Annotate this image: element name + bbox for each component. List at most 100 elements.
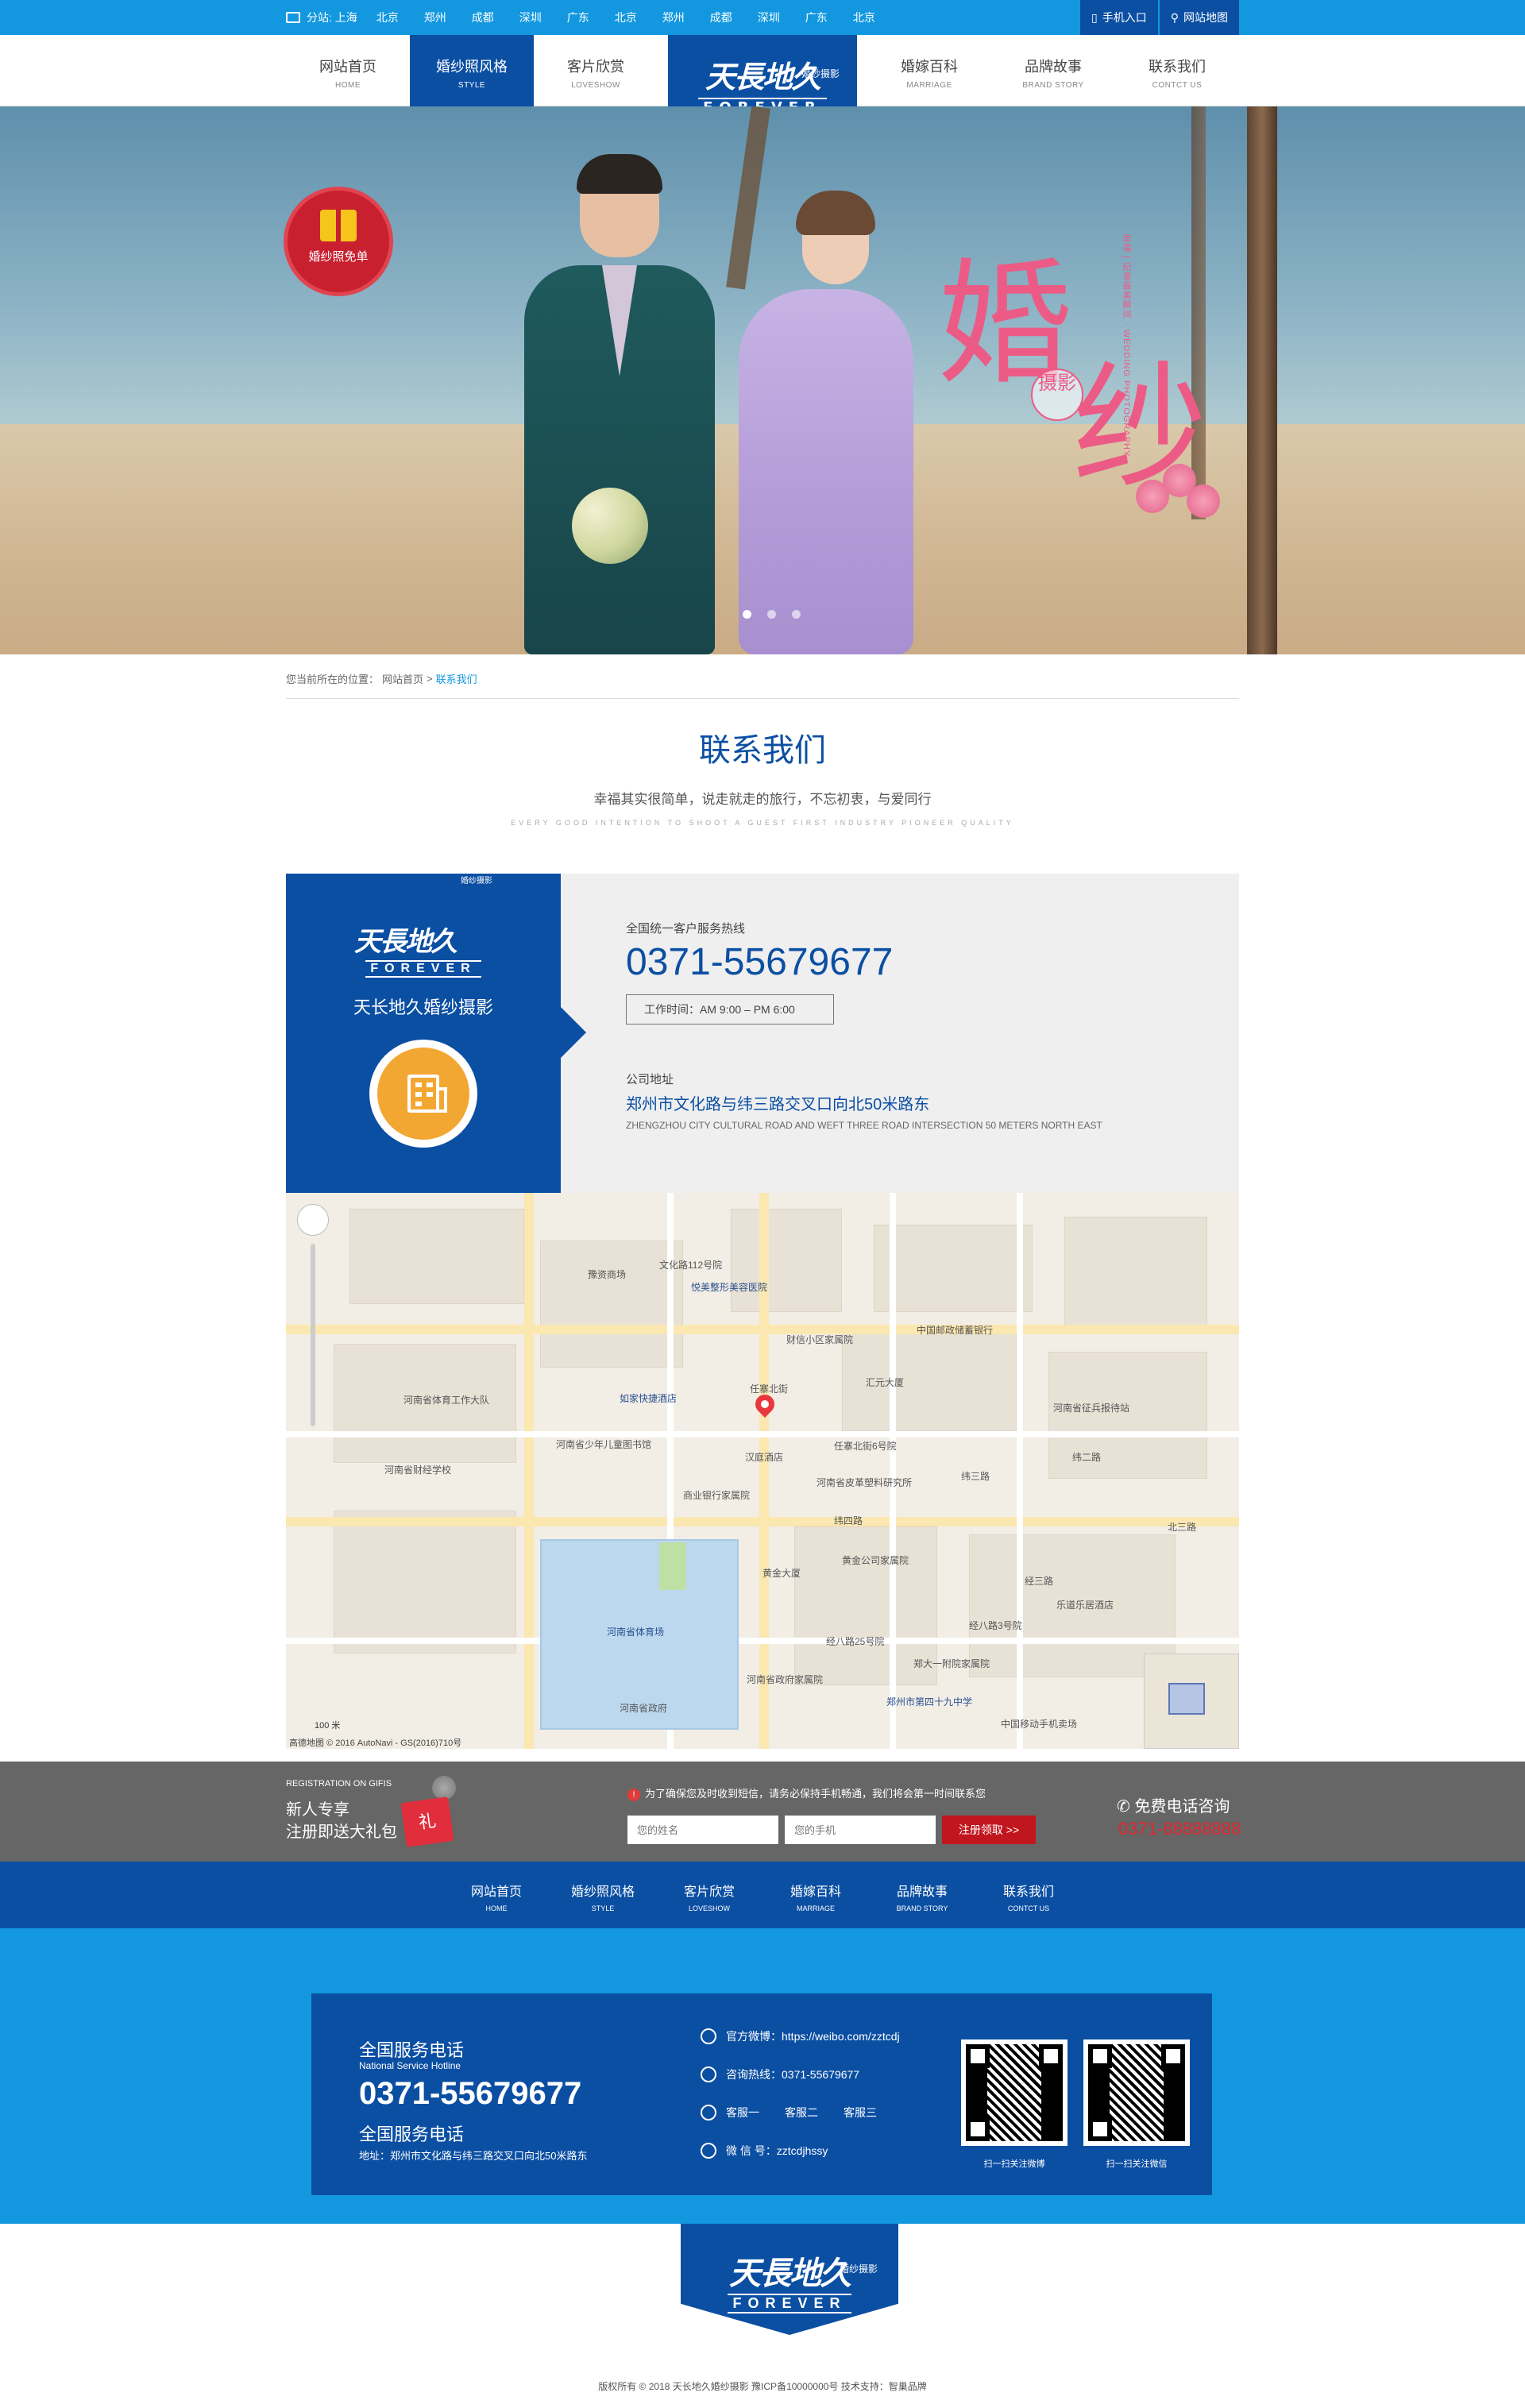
- panel-arrow: [561, 1007, 586, 1058]
- footer-nav-label: 联系我们: [1002, 1885, 1054, 1899]
- location-map[interactable]: 文化路112号院 豫资商场 悦美整形美容医院 中国邮政储蓄银行 财信小区家属院 …: [286, 1193, 1239, 1749]
- city-link[interactable]: 深圳: [758, 10, 780, 25]
- city-link[interactable]: 深圳: [519, 10, 542, 25]
- city-link[interactable]: 郑州: [662, 10, 685, 25]
- footer-wechat: 微 信 号：zztcdjhssy: [701, 2143, 828, 2159]
- contact-logo-sub: 婚纱摄影: [461, 877, 492, 886]
- page-subtitle: 幸福其实很简单，说走就走的旅行，不忘初衷，与爱同行: [593, 792, 932, 807]
- map-label: 文化路112号院: [659, 1260, 723, 1271]
- bride-figure: [715, 170, 937, 654]
- slider-dot[interactable]: [767, 610, 776, 619]
- free-call-title: ✆ 免费电话咨询: [1117, 1798, 1230, 1816]
- banner-seal: 摄影: [1031, 369, 1083, 421]
- footer-nav-label-en: HOME: [485, 1904, 508, 1912]
- breadcrumb-current[interactable]: 联系我们: [436, 671, 477, 686]
- city-link[interactable]: 北京: [853, 10, 875, 25]
- footer-nav-contact[interactable]: 联系我们 CONTCT US: [977, 1862, 1080, 1928]
- city-link[interactable]: 北京: [376, 10, 399, 25]
- map-label: 中国邮政储蓄银行: [917, 1325, 994, 1336]
- phone-input[interactable]: [785, 1816, 936, 1844]
- footer-consult[interactable]: 咨询热线：0371-55679677: [701, 2066, 859, 2082]
- map-zoom-control[interactable]: [297, 1204, 329, 1442]
- footer-nav-marriage[interactable]: 婚嫁百科 MARRIAGE: [764, 1862, 867, 1928]
- site-logo[interactable]: 天長地久 婚纱摄影 FOREVER: [668, 35, 857, 118]
- footer-nav-loveshow[interactable]: 客片欣赏 LOVESHOW: [658, 1862, 761, 1928]
- map-label: 经八路3号院: [969, 1620, 1022, 1631]
- slider-dot[interactable]: [743, 610, 751, 619]
- footer-weibo[interactable]: 官方微博：https://weibo.com/zztcdj: [701, 2028, 900, 2044]
- registration-line2: 注册即送大礼包: [286, 1823, 397, 1841]
- weibo-qr-code: 扫一扫关注微博: [961, 2039, 1068, 2169]
- city-link[interactable]: 北京: [615, 10, 637, 25]
- city-link[interactable]: 郑州: [424, 10, 446, 25]
- breadcrumb-sep: >: [427, 673, 433, 685]
- map-label: 悦美整形美容医院: [691, 1282, 768, 1293]
- free-call-number[interactable]: 0371-88888888: [1118, 1819, 1241, 1839]
- nav-style[interactable]: 婚纱照风格 STYLE: [410, 35, 534, 106]
- footer-qq: 客服一 客服二 客服三: [701, 2105, 902, 2121]
- footer-hotline-number[interactable]: 0371-55679677: [359, 2076, 581, 2112]
- footer-hotline-en: National Service Hotline: [359, 2060, 461, 2071]
- registration-line1: 新人专享: [286, 1801, 349, 1819]
- map-label: 经三路: [1025, 1576, 1054, 1587]
- company-address-en: ZHENGZHOU CITY CULTURAL ROAD AND WEFT TH…: [626, 1120, 1102, 1131]
- footer-logo-brand: 天長地久: [729, 2255, 851, 2292]
- wechat-icon: [701, 2143, 716, 2159]
- sitemap-button[interactable]: ⚲ 网站地图: [1159, 0, 1239, 35]
- hotline-label: 全国统一客户服务热线: [626, 922, 746, 936]
- nav-home[interactable]: 网站首页 HOME: [286, 35, 410, 106]
- footer-nav-style[interactable]: 婚纱照风格 STYLE: [551, 1862, 654, 1928]
- nav-contact[interactable]: 联系我们 CONTCT US: [1115, 35, 1239, 106]
- map-pan-control[interactable]: [297, 1204, 329, 1236]
- current-branch[interactable]: 分站: 上海: [307, 10, 357, 25]
- weibo-icon: [701, 2028, 716, 2044]
- map-label: 河南省皮革塑料研究所: [817, 1477, 913, 1488]
- groom-figure: [508, 138, 715, 654]
- footer-logo[interactable]: 天長地久 婚纱摄影 FOREVER: [681, 2224, 898, 2335]
- free-photo-badge[interactable]: 婚纱照免单: [288, 191, 389, 292]
- nav-label-en: CONTCT US: [1152, 81, 1203, 90]
- nav-label: 婚嫁百科: [901, 59, 958, 75]
- city-link[interactable]: 成都: [710, 10, 732, 25]
- company-name: 天长地久婚纱摄影: [353, 998, 493, 1017]
- map-zoom-slider[interactable]: [311, 1244, 315, 1426]
- badge-text: 婚纱照免单: [308, 250, 369, 264]
- footer-nav-label: 婚纱照风格: [570, 1885, 635, 1899]
- nav-loveshow[interactable]: 客片欣赏 LOVESHOW: [534, 35, 658, 106]
- qq-service-3[interactable]: 客服三: [844, 2105, 877, 2121]
- map-label: 任寨北街6号院: [834, 1441, 897, 1452]
- sitemap-label: 网站地图: [1183, 11, 1228, 24]
- qq-service-1[interactable]: 客服一: [726, 2105, 759, 2121]
- name-input[interactable]: [627, 1816, 778, 1844]
- qq-service-2[interactable]: 客服二: [785, 2105, 818, 2121]
- city-link[interactable]: 成都: [472, 10, 494, 25]
- hotline-number[interactable]: 0371-55679677: [626, 940, 893, 984]
- map-overview[interactable]: [1144, 1654, 1239, 1749]
- footer-nav-brand-story[interactable]: 品牌故事 BRAND STORY: [871, 1862, 974, 1928]
- footer-nav-label: 客片欣赏: [683, 1885, 735, 1899]
- copyright: 版权所有 © 2018 天长地久婚纱摄影 豫ICP备10000000号 技术支持…: [598, 2381, 927, 2392]
- map-label: 河南省征兵报待站: [1053, 1403, 1130, 1414]
- breadcrumb-home[interactable]: 网站首页: [382, 671, 423, 686]
- footer-nav-home[interactable]: 网站首页 HOME: [445, 1862, 548, 1928]
- hero-banner[interactable]: 婚纱照免单 婚 纱 摄影 幸福 | 纪录最美瞬间 · WEDDING PHOTO…: [0, 106, 1525, 654]
- city-link[interactable]: 广东: [567, 10, 589, 25]
- footer-nav-label-en: CONTCT US: [1007, 1904, 1050, 1912]
- footer-weibo-text: 官方微博：https://weibo.com/zztcdj: [726, 2030, 900, 2043]
- building-icon: [369, 1040, 477, 1148]
- footer-nav-label-en: LOVESHOW: [688, 1904, 730, 1912]
- slider-dot[interactable]: [792, 610, 801, 619]
- map-label: 郑大一附院家属院: [913, 1658, 990, 1669]
- phone-icon: ▯: [1091, 10, 1098, 24]
- footer-logo-sub: 婚纱摄影: [839, 2263, 878, 2275]
- footer-address: 地址：郑州市文化路与纬三路交叉口向北50米路东: [359, 2150, 588, 2162]
- breadcrumb-prefix: 您当前所在的位置：: [286, 673, 380, 685]
- slider-dots: [735, 610, 809, 619]
- mobile-entry-button[interactable]: ▯ 手机入口: [1080, 0, 1158, 35]
- map-label: 经八路25号院: [826, 1636, 885, 1647]
- nav-brand-story[interactable]: 品牌故事 BRAND STORY: [991, 35, 1115, 106]
- city-link[interactable]: 广东: [805, 10, 828, 25]
- map-label: 汉庭酒店: [745, 1452, 784, 1463]
- nav-marriage[interactable]: 婚嫁百科 MARRIAGE: [867, 35, 991, 106]
- register-submit-button[interactable]: 注册领取 >>: [942, 1816, 1036, 1844]
